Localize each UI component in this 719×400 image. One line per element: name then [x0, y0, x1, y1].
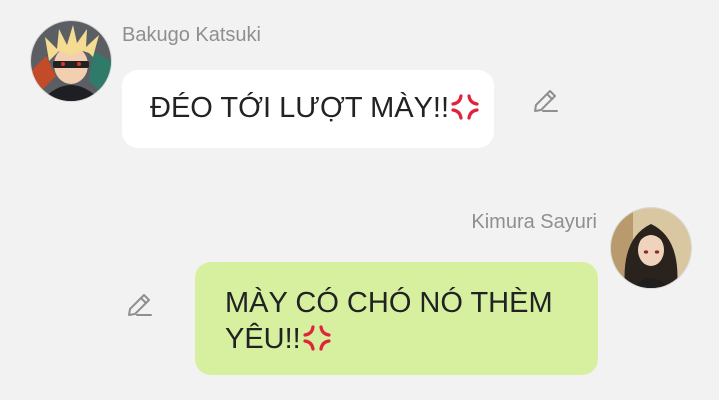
pencil-icon[interactable] [530, 86, 560, 116]
message-bubble-incoming[interactable]: ĐÉO TỚI LƯỢT MÀY!! [122, 70, 494, 148]
pencil-icon[interactable] [124, 290, 154, 320]
message-text: MÀY CÓ CHÓ NÓ THÈM YÊU!! [225, 287, 553, 355]
anger-symbol-icon [451, 94, 479, 120]
message-text: ĐÉO TỚI LƯỢT MÀY!! [150, 92, 450, 124]
avatar-bakugo-katsuki[interactable] [30, 20, 112, 102]
sender-name: Bakugo Katsuki [122, 24, 261, 46]
sender-name: Kimura Sayuri [471, 211, 597, 233]
avatar-image [31, 21, 111, 101]
anger-symbol-icon [303, 325, 331, 351]
message-bubble-outgoing[interactable]: MÀY CÓ CHÓ NÓ THÈM YÊU!! [195, 262, 598, 375]
avatar-kimura-sayuri[interactable] [610, 207, 692, 289]
avatar-image [611, 208, 691, 288]
